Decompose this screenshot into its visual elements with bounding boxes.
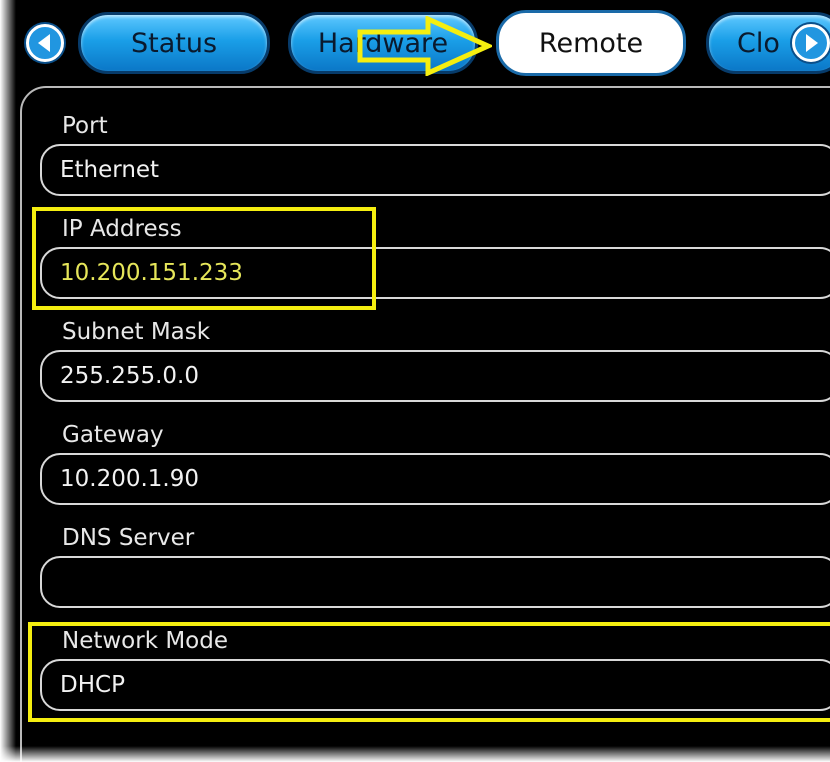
left-edge-fade — [0, 0, 16, 762]
ip-address-field[interactable]: 10.200.151.233 — [40, 247, 830, 299]
gateway-field[interactable]: 10.200.1.90 — [40, 453, 830, 505]
network-mode-field[interactable]: DHCP — [40, 659, 830, 711]
tab-status[interactable]: Status — [78, 12, 270, 74]
subnet-mask-field[interactable]: 255.255.0.0 — [40, 350, 830, 402]
tab-clock-label: Clo — [737, 27, 780, 59]
annotation-arrow-icon — [357, 16, 492, 76]
gateway-label: Gateway — [62, 422, 164, 448]
port-field[interactable]: Ethernet — [40, 144, 830, 196]
tab-remote[interactable]: Remote — [496, 10, 686, 76]
network-mode-label: Network Mode — [62, 628, 229, 654]
tab-remote-label: Remote — [538, 27, 644, 59]
arrow-right-icon — [806, 34, 818, 52]
prev-tab-button[interactable] — [26, 24, 64, 62]
dns-server-field[interactable] — [40, 556, 830, 608]
device-screen: Status Hardware Remote Clo Port Ethernet… — [0, 0, 830, 762]
next-tab-button[interactable] — [792, 24, 830, 62]
tab-status-label: Status — [130, 27, 218, 59]
dns-server-label: DNS Server — [62, 525, 195, 551]
arrow-left-icon — [38, 34, 50, 52]
ip-address-label: IP Address — [62, 216, 182, 242]
subnet-mask-label: Subnet Mask — [62, 319, 211, 345]
port-label: Port — [62, 113, 108, 139]
